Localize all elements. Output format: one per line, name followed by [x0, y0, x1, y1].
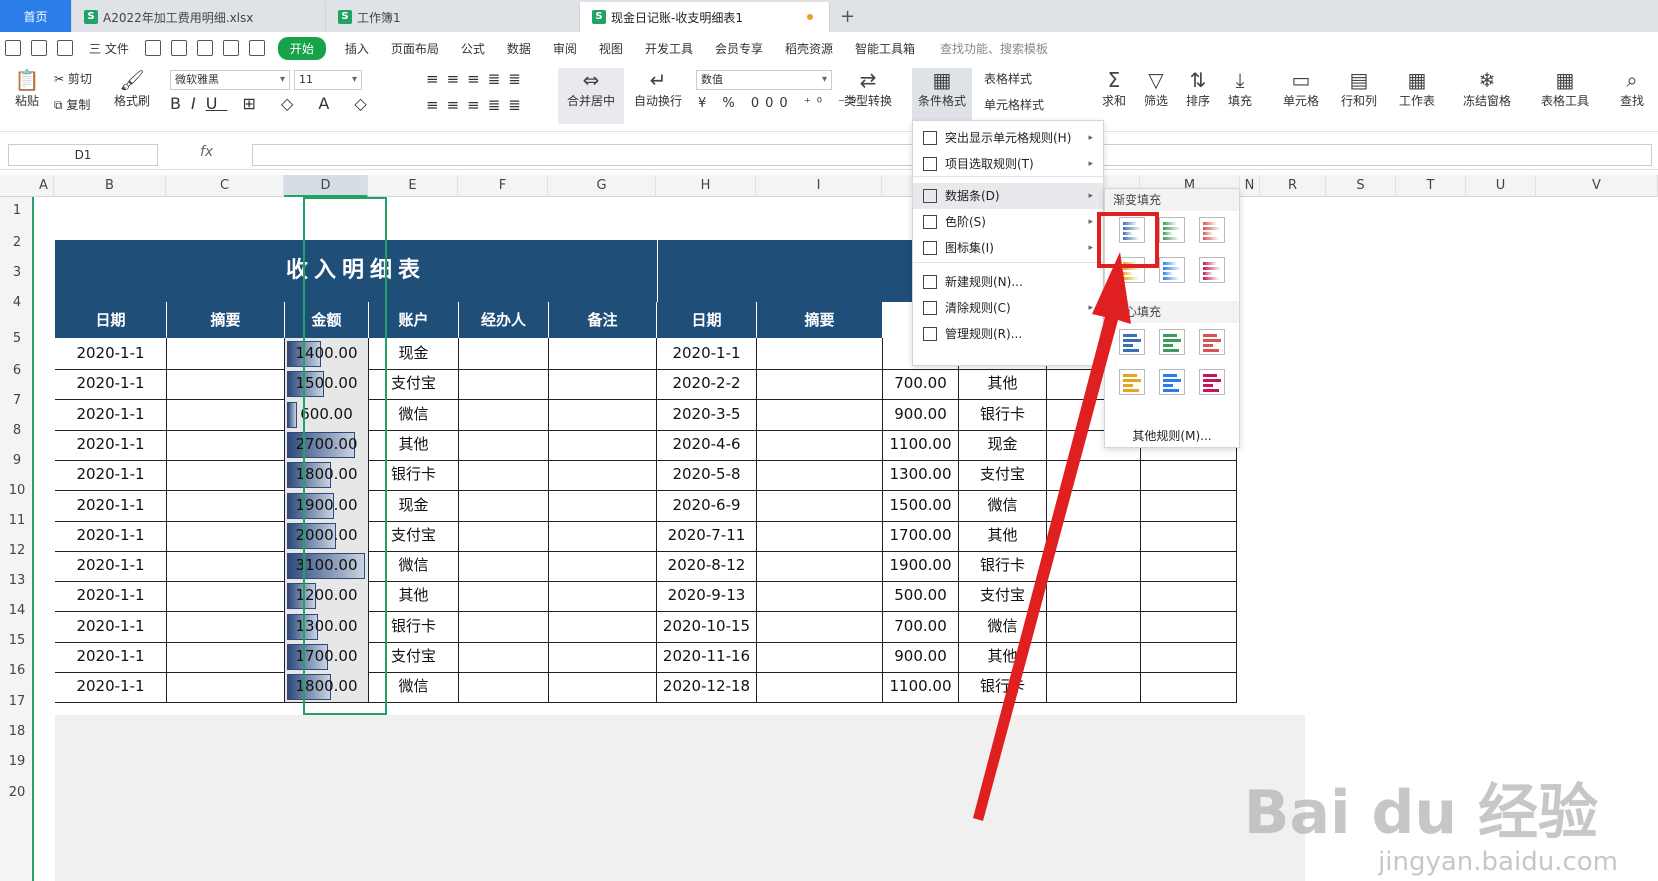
watermark: Bai du 经验 — [1243, 778, 1598, 848]
red-arrow — [973, 252, 1131, 821]
watermark-url: jingyan.baidu.com — [1378, 847, 1618, 877]
